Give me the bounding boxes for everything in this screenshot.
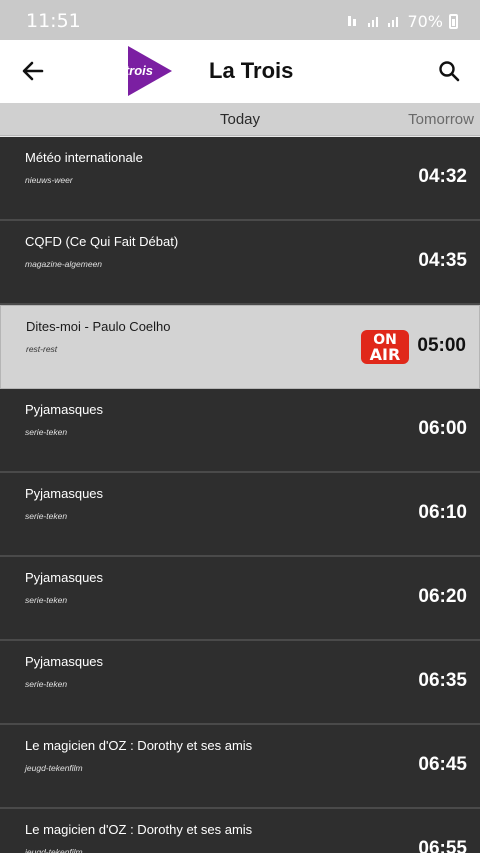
program-row[interactable]: Pyjamasques serie-teken 06:00 [0,389,480,473]
program-title: Dites-moi - Paulo Coelho [26,319,171,334]
program-category: serie-teken [25,595,68,605]
program-time: 04:35 [418,250,467,271]
program-category: serie-teken [25,427,68,437]
on-air-line2: AIR [369,345,401,364]
search-icon [439,61,460,82]
program-row[interactable]: Météo internationale nieuws-weer 04:32 [0,137,480,221]
program-time: 06:35 [418,670,467,691]
program-title: CQFD (Ce Qui Fait Débat) [25,234,179,249]
program-time: 04:32 [418,166,467,187]
program-time: 05:00 [417,335,466,356]
program-time: 06:20 [418,586,467,607]
back-button[interactable] [16,54,50,88]
day-tabs: Today Tomorrow [0,103,480,136]
program-row-on-air[interactable]: Dites-moi - Paulo Coelho rest-rest ON AI… [0,305,480,389]
program-category: serie-teken [25,511,68,521]
program-category: jeugd-tekenfilm [25,763,83,773]
program-row[interactable]: Pyjamasques serie-teken 06:20 [0,557,480,641]
program-title: Pyjamasques [25,654,104,669]
battery-icon [449,13,458,29]
program-title: Pyjamasques [25,402,104,417]
program-category: magazine-algemeen [25,259,103,269]
program-time: 06:45 [418,754,467,775]
signal-icon [368,17,379,27]
program-time: 06:55 [418,838,467,853]
on-air-badge: ON AIR [361,330,409,364]
program-row[interactable]: CQFD (Ce Qui Fait Débat) magazine-algeme… [0,221,480,305]
program-time: 06:00 [418,418,467,439]
tab-today[interactable]: Today [220,111,260,128]
status-bar: 11:51 70% [0,0,480,40]
program-time: 06:10 [418,502,467,523]
signal-icon-2 [388,17,399,27]
wifi-calling-icon [348,16,357,26]
program-category: serie-teken [25,679,68,689]
status-icons: 70% [347,11,458,31]
program-list: Météo internationale nieuws-weer 04:32 C… [0,137,480,853]
status-time: 11:51 [26,10,81,32]
channel-logo: latrois [114,46,172,96]
search-button[interactable] [432,54,466,88]
program-category: nieuws-weer [25,175,73,185]
program-category: jeugd-tekenfilm [25,847,83,853]
back-arrow-icon [22,61,44,81]
battery-percent: 70% [407,11,443,31]
program-row[interactable]: Pyjamasques serie-teken 06:10 [0,473,480,557]
program-title: Le magicien d'OZ : Dorothy et ses amis [25,822,253,837]
svg-text:latrois: latrois [114,63,153,78]
program-row[interactable]: Pyjamasques serie-teken 06:35 [0,641,480,725]
app-bar: latrois La Trois [0,40,480,103]
program-row[interactable]: Le magicien d'OZ : Dorothy et ses amis j… [0,725,480,809]
program-row[interactable]: Le magicien d'OZ : Dorothy et ses amis j… [0,809,480,853]
program-category: rest-rest [26,344,58,354]
tab-tomorrow[interactable]: Tomorrow [408,111,474,128]
program-title: Le magicien d'OZ : Dorothy et ses amis [25,738,253,753]
program-title: Météo internationale [25,150,143,165]
program-title: Pyjamasques [25,486,104,501]
page-title: La Trois [209,58,294,83]
program-title: Pyjamasques [25,570,104,585]
